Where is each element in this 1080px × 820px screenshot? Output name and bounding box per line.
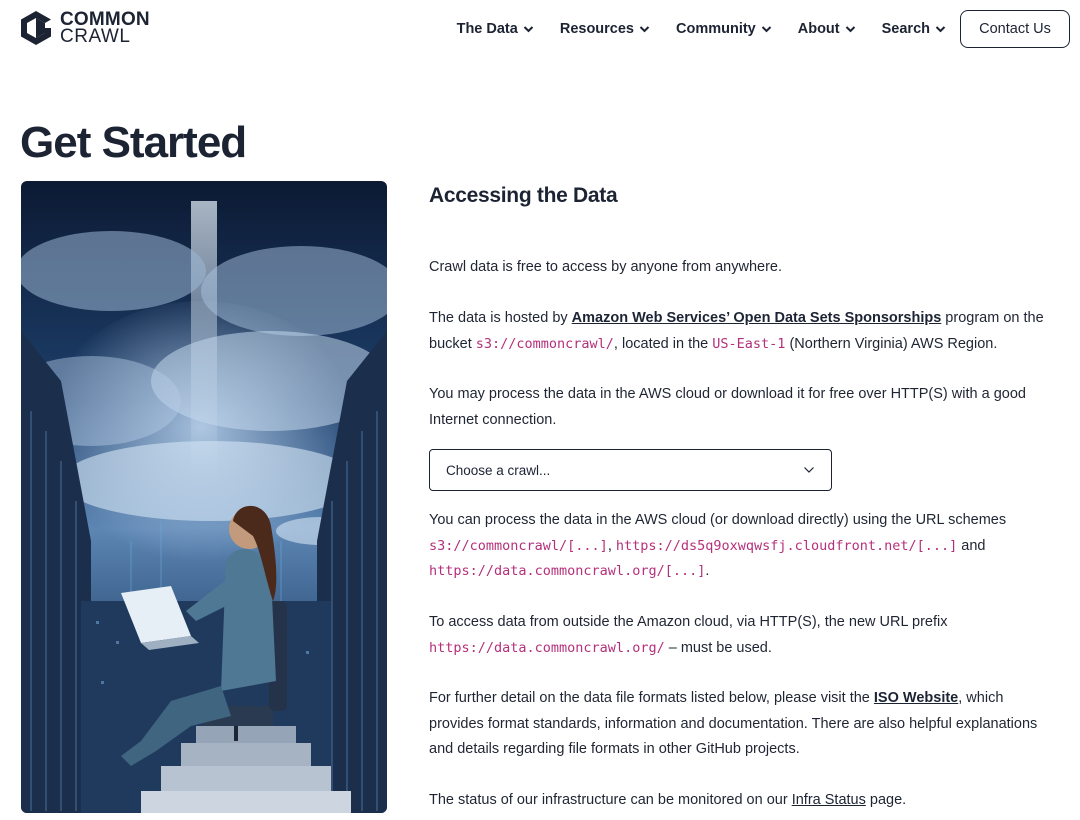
chevron-down-icon: [804, 467, 814, 473]
chevron-down-icon: [845, 26, 855, 33]
nav-item-the-data[interactable]: The Data: [457, 21, 534, 37]
nav-item-label: The Data: [456, 21, 518, 37]
nav-item-search[interactable]: Search: [882, 21, 946, 37]
url-https-code: https://data.commoncrawl.org/[...]: [429, 563, 706, 579]
aws-open-data-link[interactable]: Amazon Web Services’ Open Data Sets Spon…: [572, 310, 942, 326]
region-code: US-East-1: [712, 335, 786, 352]
nav-item-community[interactable]: Community: [676, 21, 772, 37]
content-section: Accessing the Data Crawl data is free to…: [429, 180, 1059, 808]
text: ,: [607, 537, 616, 554]
text: and: [957, 537, 986, 554]
infra-status-link[interactable]: Infra Status: [792, 792, 866, 808]
text: For further detail on the data file form…: [429, 690, 874, 706]
nav-item-label: About: [797, 21, 840, 37]
iso-website-link[interactable]: ISO Website: [874, 690, 958, 706]
url-cloudfront-code: https://ds5q9oxwqwsfj.cloudfront.net/[..…: [615, 537, 958, 554]
paragraph-url-schemes: You can process the data in the AWS clou…: [429, 508, 1059, 585]
paragraph-formats: For further detail on the data file form…: [429, 686, 1059, 763]
paragraph-http-access: To access data from outside the Amazon c…: [429, 610, 1059, 661]
text: The data is hosted by: [429, 310, 572, 326]
contact-us-button[interactable]: Contact Us: [960, 10, 1070, 48]
chevron-down-icon: [761, 26, 771, 33]
text: .: [705, 563, 710, 579]
url-s3-code: s3://commoncrawl/[...]: [429, 537, 608, 554]
text: – must be used.: [664, 639, 772, 656]
paragraph-process: You may process the data in the AWS clou…: [429, 386, 1026, 428]
site-header: COMMON CRAWL The Data Resources Communit…: [0, 0, 1080, 60]
nav-item-resources[interactable]: Resources: [560, 21, 650, 37]
crawl-select[interactable]: Choose a crawl...: [429, 449, 832, 491]
logo[interactable]: COMMON CRAWL: [20, 10, 150, 46]
logo-text: COMMON CRAWL: [60, 10, 150, 47]
section-title: Accessing the Data: [429, 184, 618, 207]
nav-item-label: Search: [881, 21, 930, 37]
chevron-down-icon: [639, 26, 650, 33]
text: , located in the: [613, 335, 713, 352]
text: You can process the data in the AWS clou…: [429, 512, 1007, 528]
bucket-code: s3://commoncrawl/: [475, 335, 614, 352]
crawl-select-placeholder: Choose a crawl...: [446, 462, 551, 478]
common-crawl-logo-icon: [21, 11, 51, 45]
text: (Northern Virginia) AWS Region.: [785, 335, 998, 352]
main-nav: The Data Resources Community About Searc…: [457, 10, 1070, 48]
nav-item-about[interactable]: About: [798, 21, 856, 37]
nav-item-label: Community: [676, 21, 756, 37]
text: To access data from outside the Amazon c…: [429, 614, 948, 630]
text: The status of our infrastructure can be …: [429, 792, 792, 808]
nav-item-label: Resources: [559, 21, 634, 37]
text: page.: [865, 792, 907, 808]
logo-line-2: CRAWL: [60, 26, 131, 47]
paragraph-free-access: Crawl data is free to access by anyone f…: [429, 259, 782, 275]
page-title: Get Started: [20, 118, 247, 167]
paragraph-hosting: The data is hosted by Amazon Web Service…: [429, 306, 1059, 357]
url-prefix-code: https://data.commoncrawl.org/: [429, 639, 665, 656]
chevron-down-icon: [935, 26, 946, 33]
hero-image: [21, 181, 387, 813]
chevron-down-icon: [523, 26, 534, 33]
paragraph-status: The status of our infrastructure can be …: [429, 788, 1059, 814]
hero-illustration: [21, 181, 387, 813]
